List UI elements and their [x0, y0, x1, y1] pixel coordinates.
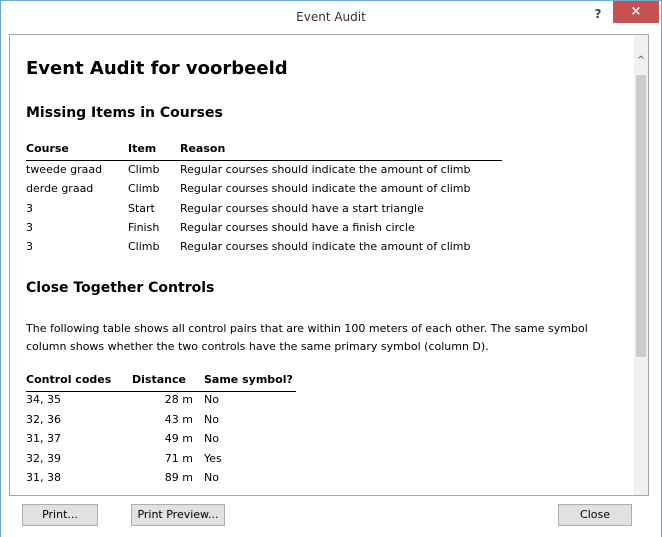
window-frame-left [1, 34, 9, 537]
item-cell: Climb [128, 240, 160, 253]
reason-cell: Regular courses should have a finish cir… [180, 221, 415, 234]
course-cell: 3 [26, 240, 33, 253]
print-button[interactable]: Print... [22, 504, 98, 526]
control-codes-cell: 31, 37 [26, 432, 61, 445]
distance-cell: 49 m [164, 432, 193, 445]
report-view[interactable]: Event Audit for voorbeeld Missing Items … [9, 34, 649, 496]
control-codes-cell: 31, 38 [26, 471, 61, 484]
same-symbol-cell: No [204, 393, 219, 406]
close-controls-header-row: Control codes Distance Same symbol? [26, 373, 296, 392]
course-cell: 3 [26, 221, 33, 234]
help-icon[interactable]: ? [587, 4, 609, 24]
distance-cell: 71 m [164, 452, 193, 465]
control-codes-cell: 32, 39 [26, 452, 61, 465]
same-symbol-cell: No [204, 413, 219, 426]
reason-cell: Regular courses should indicate the amou… [180, 240, 471, 253]
window-frame-right [649, 34, 661, 537]
missing-items-heading: Missing Items in Courses [26, 105, 223, 121]
distance-cell: 43 m [164, 413, 193, 426]
column-header-reason: Reason [180, 142, 226, 155]
same-symbol-cell: No [204, 471, 219, 484]
reason-cell: Regular courses should indicate the amou… [180, 182, 471, 195]
control-codes-cell: 34, 35 [26, 393, 61, 406]
title-bar[interactable]: Event Audit ? × [1, 1, 661, 34]
missing-items-header-row: Course Item Reason [26, 142, 502, 161]
item-cell: Climb [128, 182, 160, 195]
column-header-control-codes: Control codes [26, 373, 112, 386]
scrollbar-thumb[interactable] [636, 75, 646, 357]
vertical-scrollbar[interactable]: ^ [634, 35, 648, 495]
close-controls-heading: Close Together Controls [26, 280, 215, 296]
report-document: Event Audit for voorbeeld Missing Items … [10, 35, 634, 495]
course-cell: derde graad [26, 182, 94, 195]
item-cell: Climb [128, 163, 160, 176]
item-cell: Start [128, 202, 155, 215]
course-cell: 3 [26, 202, 33, 215]
scroll-up-icon[interactable]: ^ [634, 53, 648, 69]
course-cell: tweede graad [26, 163, 103, 176]
close-button[interactable]: Close [558, 504, 632, 526]
print-preview-button[interactable]: Print Preview... [131, 504, 225, 526]
same-symbol-cell: Yes [204, 452, 222, 465]
column-header-item: Item [128, 142, 157, 155]
column-header-distance: Distance [132, 373, 186, 386]
column-header-same-symbol: Same symbol? [204, 373, 293, 386]
reason-cell: Regular courses should indicate the amou… [180, 163, 471, 176]
distance-cell: 28 m [164, 393, 193, 406]
event-audit-window: Event Audit ? × Event Audit for voorbeel… [0, 0, 662, 537]
item-cell: Finish [128, 221, 160, 234]
control-codes-cell: 32, 36 [26, 413, 61, 426]
reason-cell: Regular courses should have a start tria… [180, 202, 424, 215]
report-title: Event Audit for voorbeeld [26, 58, 288, 79]
window-title: Event Audit [296, 10, 366, 24]
button-bar: Print... Print Preview... Close [9, 496, 649, 537]
close-window-icon[interactable]: × [613, 1, 659, 23]
same-symbol-cell: No [204, 432, 219, 445]
distance-cell: 89 m [164, 471, 193, 484]
close-controls-description: The following table shows all control pa… [26, 322, 588, 353]
column-header-course: Course [26, 142, 69, 155]
